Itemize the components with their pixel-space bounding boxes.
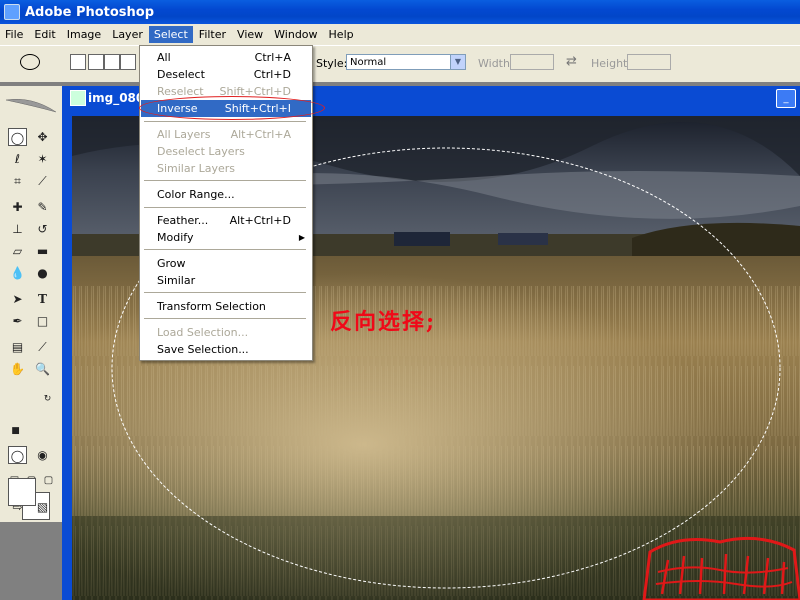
menu-item-save-selection[interactable]: Save Selection... xyxy=(141,341,311,358)
slice-tool-icon[interactable]: ⟋ xyxy=(33,172,52,190)
blur-tool-icon[interactable]: 💧 xyxy=(8,264,27,282)
notes-tool-icon[interactable]: ▤ xyxy=(8,338,27,356)
healing-brush-icon[interactable]: ✚ xyxy=(8,198,27,216)
select-menu-dropdown: All Ctrl+A Deselect Ctrl+D Reselect Shif… xyxy=(139,45,313,361)
crop-tool-icon[interactable]: ⌗ xyxy=(8,172,27,190)
options-bar: Style: Normal ▼ Width: ⇄ Height: xyxy=(0,46,800,83)
menu-item-color-range[interactable]: Color Range... xyxy=(141,186,311,203)
move-tool-icon[interactable]: ✥ xyxy=(33,128,52,146)
hand-tool-icon[interactable]: ✋ xyxy=(8,360,27,378)
menu-item-all-layers: All Layers Alt+Ctrl+A xyxy=(157,128,291,141)
feather-logo-icon xyxy=(5,99,57,113)
annotation-highlight-ellipse xyxy=(139,96,325,120)
width-label: Width: xyxy=(478,57,514,70)
annotation-text: 反向选择; xyxy=(330,309,437,335)
full-screen-mode-icon[interactable]: ▢ xyxy=(39,472,58,490)
zoom-tool-icon[interactable]: 🔍 xyxy=(33,360,52,378)
app-title: Adobe Photoshop xyxy=(25,4,155,20)
eyedropper-tool-icon[interactable]: ⟋ xyxy=(33,338,52,356)
style-select-value: Normal xyxy=(350,57,387,68)
width-field[interactable] xyxy=(510,54,554,70)
menu-filter[interactable]: Filter xyxy=(194,26,231,43)
style-label: Style: xyxy=(316,57,348,70)
eraser-tool-icon[interactable]: ▱ xyxy=(8,242,27,260)
menu-separator xyxy=(144,249,306,250)
swap-colors-icon[interactable]: ↻ xyxy=(38,390,57,408)
menu-separator xyxy=(144,292,306,293)
document-icon xyxy=(70,90,86,106)
menu-item-modify[interactable]: Modify ▶ xyxy=(141,229,311,246)
menu-item-load-selection: Load Selection... xyxy=(157,326,249,339)
menu-separator xyxy=(144,318,306,319)
height-field[interactable] xyxy=(627,54,671,70)
elliptical-marquee-tool-icon[interactable]: ◯ xyxy=(8,128,27,146)
menu-image[interactable]: Image xyxy=(62,26,106,43)
history-brush-icon[interactable]: ↺ xyxy=(33,220,52,238)
menu-help[interactable]: Help xyxy=(324,26,359,43)
distant-building xyxy=(498,233,548,245)
clone-stamp-icon[interactable]: ⊥ xyxy=(8,220,27,238)
brush-tool-icon[interactable]: ✎ xyxy=(33,198,52,216)
menu-item-transform-selection[interactable]: Transform Selection xyxy=(141,298,311,315)
swap-icon[interactable]: ⇄ xyxy=(566,54,577,69)
menu-file[interactable]: File xyxy=(0,26,28,43)
standard-mode-icon[interactable]: ◯ xyxy=(8,446,27,464)
foreground-color-swatch[interactable] xyxy=(8,478,36,506)
add-to-selection-icon[interactable] xyxy=(88,54,104,70)
menu-edit[interactable]: Edit xyxy=(29,26,60,43)
subtract-selection-icon[interactable] xyxy=(104,54,120,70)
toolbox: ◯ ✥ ℓ ✶ ⌗ ⟋ ✚ ✎ ⊥ ↺ ▱ ▬ 💧 ● ➤ T ✒ □ ▤ ⟋ … xyxy=(0,86,63,522)
menu-item-grow[interactable]: Grow xyxy=(141,255,311,272)
elliptical-marquee-preset-icon[interactable] xyxy=(20,54,40,70)
menu-select[interactable]: Select xyxy=(148,26,193,43)
type-tool-icon[interactable]: T xyxy=(33,290,52,308)
photoshop-app-icon xyxy=(4,4,20,20)
menu-item-feather[interactable]: Feather... Alt+Ctrl+D xyxy=(141,212,311,229)
submenu-arrow-icon: ▶ xyxy=(298,233,305,242)
default-colors-icon[interactable]: ■ xyxy=(6,422,25,440)
dodge-tool-icon[interactable]: ● xyxy=(33,264,52,282)
menu-view[interactable]: View xyxy=(232,26,268,43)
menu-item-deselect-layers: Deselect Layers xyxy=(157,145,245,158)
menu-layer[interactable]: Layer xyxy=(107,26,148,43)
app-titlebar: Adobe Photoshop xyxy=(0,0,800,24)
path-selection-icon[interactable]: ➤ xyxy=(8,290,27,308)
minimize-icon[interactable]: _ xyxy=(776,89,796,108)
menu-separator xyxy=(144,180,306,181)
menu-separator xyxy=(144,207,306,208)
magic-wand-tool-icon[interactable]: ✶ xyxy=(33,150,52,168)
menu-item-similar-layers: Similar Layers xyxy=(157,162,236,175)
gradient-tool-icon[interactable]: ▬ xyxy=(33,242,52,260)
document-title: img_080 xyxy=(88,91,145,105)
pen-tool-icon[interactable]: ✒ xyxy=(8,312,27,330)
menu-item-all[interactable]: All Ctrl+A xyxy=(141,49,311,66)
shape-tool-icon[interactable]: □ xyxy=(33,312,52,330)
distant-building xyxy=(394,232,450,246)
lasso-tool-icon[interactable]: ℓ xyxy=(8,150,27,168)
menu-item-deselect[interactable]: Deselect Ctrl+D xyxy=(141,66,311,83)
chevron-down-icon[interactable]: ▼ xyxy=(450,55,465,69)
menu-separator xyxy=(144,121,306,122)
height-label: Height: xyxy=(591,57,632,70)
new-selection-icon[interactable] xyxy=(70,54,86,70)
quick-mask-mode-icon[interactable]: ◉ xyxy=(33,446,52,464)
red-seal-stamp-icon xyxy=(642,536,800,600)
menu-item-similar[interactable]: Similar xyxy=(141,272,311,289)
intersect-selection-icon[interactable] xyxy=(120,54,136,70)
style-select[interactable]: Normal ▼ xyxy=(346,54,466,70)
menu-bar: File Edit Image Layer Select Filter View… xyxy=(0,24,800,46)
menu-window[interactable]: Window xyxy=(269,26,322,43)
